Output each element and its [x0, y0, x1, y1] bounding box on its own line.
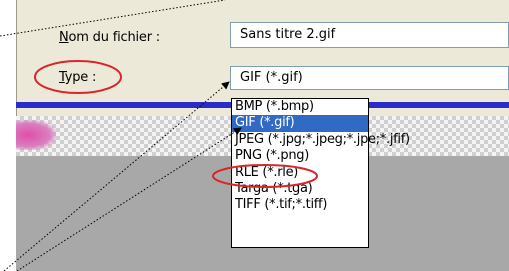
pink-artwork [16, 120, 56, 150]
filename-label-text: om du fichier : [68, 30, 161, 45]
filename-label: Nom du fichier : [59, 30, 160, 45]
filename-label-accelerator: N [59, 30, 69, 45]
type-option-tiff[interactable]: TIFF (*.tif;*.tiff) [232, 197, 368, 213]
filename-field[interactable]: Sans titre 2.gif [230, 22, 509, 48]
type-option-rle[interactable]: RLE (*.rle) [232, 165, 368, 181]
type-select[interactable]: GIF (*.gif) [230, 66, 509, 90]
type-option-png[interactable]: PNG (*.png) [232, 148, 368, 164]
type-option-gif[interactable]: GIF (*.gif) [232, 115, 368, 132]
type-label: Type : [59, 70, 96, 85]
type-option-bmp[interactable]: BMP (*.bmp) [232, 99, 368, 115]
type-label-text: ype : [64, 70, 97, 85]
type-option-targa[interactable]: Targa (*.tga) [232, 181, 368, 197]
type-dropdown-list[interactable]: BMP (*.bmp) GIF (*.gif) JPEG (*.jpg;*.jp… [231, 98, 410, 248]
type-option-jpeg[interactable]: JPEG (*.jpg;*.jpeg;*.jpe;*.jfif) [232, 132, 410, 148]
